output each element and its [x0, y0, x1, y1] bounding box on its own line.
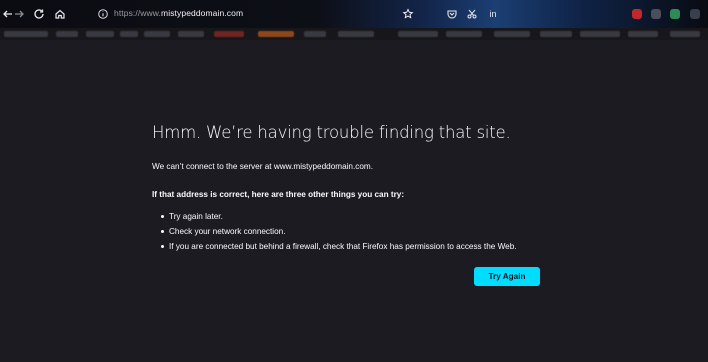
bookmark-item[interactable]: [214, 31, 244, 37]
bookmark-item[interactable]: [304, 31, 326, 37]
bookmark-item[interactable]: [628, 31, 658, 37]
extension-icon-dark[interactable]: [690, 9, 700, 19]
extension-icon-red[interactable]: [632, 9, 642, 19]
bookmark-item[interactable]: [56, 31, 78, 37]
page-title: Hmm. We’re having trouble finding that s…: [152, 123, 511, 142]
list-item: Check your network connection.: [160, 224, 517, 239]
bookmark-item[interactable]: [540, 31, 572, 37]
extension-icon-green[interactable]: [670, 9, 680, 19]
navigation-toolbar: https://www.mistypeddomain.com in: [0, 0, 708, 28]
bookmarks-toolbar: [0, 28, 708, 40]
error-page: Hmm. We’re having trouble finding that s…: [0, 40, 708, 362]
error-description: We can’t connect to the server at www.mi…: [152, 162, 374, 171]
bookmark-item[interactable]: [338, 31, 374, 37]
screenshot-icon[interactable]: [464, 6, 480, 22]
bookmark-item[interactable]: [580, 31, 620, 37]
bookmark-item[interactable]: [670, 31, 700, 37]
bookmark-item[interactable]: [494, 31, 530, 37]
url-host: mistypeddomain.com: [161, 8, 244, 18]
suggestions-list: Try again later. Check your network conn…: [160, 209, 517, 254]
url-bar[interactable]: https://www.mistypeddomain.com: [114, 8, 243, 18]
bookmark-item[interactable]: [120, 31, 138, 37]
extension-button[interactable]: in: [485, 6, 501, 22]
star-icon[interactable]: [400, 6, 416, 22]
try-again-button[interactable]: Try Again: [474, 267, 540, 286]
url-scheme: https://www.: [114, 8, 162, 18]
list-item: Try again later.: [160, 209, 517, 224]
bookmark-item[interactable]: [446, 31, 482, 37]
suggestions-heading: If that address is correct, here are thr…: [152, 190, 405, 199]
bookmark-item[interactable]: [144, 31, 170, 37]
home-icon[interactable]: [52, 6, 68, 22]
bookmark-item[interactable]: [178, 31, 204, 37]
bookmark-item[interactable]: [4, 31, 48, 37]
site-info-icon[interactable]: [97, 7, 109, 19]
extension-icon-grey[interactable]: [651, 9, 661, 19]
browser-window: https://www.mistypeddomain.com in Hmm. W…: [0, 0, 708, 362]
forward-icon[interactable]: [11, 6, 27, 22]
pocket-icon[interactable]: [444, 6, 460, 22]
bookmark-item[interactable]: [86, 31, 114, 37]
bookmark-item[interactable]: [398, 31, 438, 37]
reload-icon[interactable]: [31, 6, 47, 22]
list-item: If you are connected but behind a firewa…: [160, 239, 517, 254]
bookmark-item[interactable]: [258, 31, 294, 37]
